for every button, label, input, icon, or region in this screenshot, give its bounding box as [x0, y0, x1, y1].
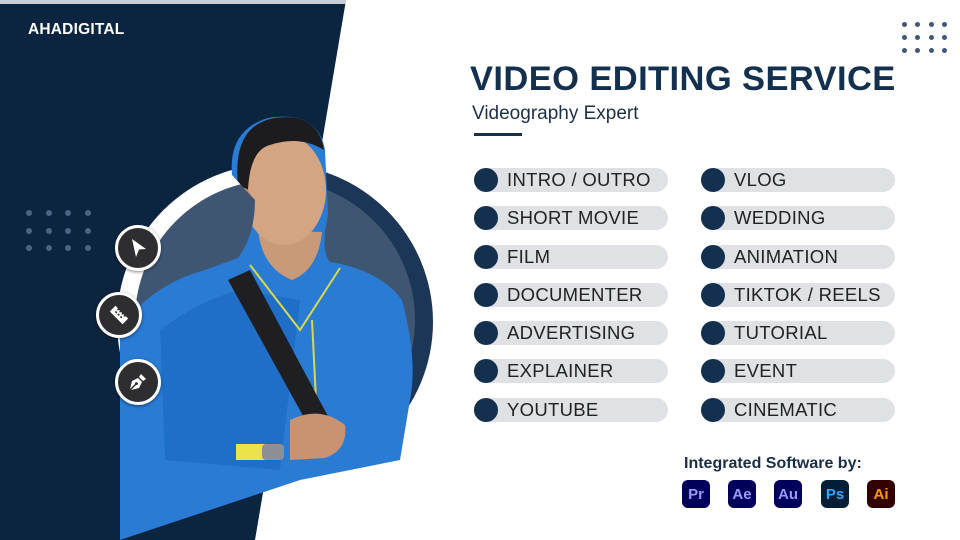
bullet-icon [701, 359, 725, 383]
service-label: EXPLAINER [507, 360, 614, 381]
service-item: TUTORIAL [701, 321, 895, 345]
service-label: EVENT [734, 360, 798, 381]
bullet-icon [474, 321, 498, 345]
service-item: EVENT [701, 359, 895, 383]
page-title: VIDEO EDITING SERVICE [470, 60, 896, 98]
after-effects-icon: Ae [728, 480, 756, 508]
software-heading: Integrated Software by: [684, 455, 862, 472]
audition-icon: Au [774, 480, 802, 508]
title-underline-divider [474, 133, 522, 136]
bullet-icon [701, 321, 725, 345]
service-item: YOUTUBE [474, 398, 668, 422]
service-item: EXPLAINER [474, 359, 668, 383]
service-item: ANIMATION [701, 245, 895, 269]
service-item: VLOG [701, 168, 895, 192]
service-item: INTRO / OUTRO [474, 168, 668, 192]
razor-blade-icon [109, 305, 129, 325]
service-item: DOCUMENTER [474, 283, 668, 307]
service-label: WEDDING [734, 207, 826, 228]
illustrator-icon: Ai [867, 480, 895, 508]
service-label: YOUTUBE [507, 399, 599, 420]
service-item: ADVERTISING [474, 321, 668, 345]
service-label: ADVERTISING [507, 322, 636, 343]
bullet-icon [701, 206, 725, 230]
pen-tool-icon [130, 374, 146, 390]
bullet-icon [701, 245, 725, 269]
bullet-icon [474, 168, 498, 192]
service-item: SHORT MOVIE [474, 206, 668, 230]
bullet-icon [474, 398, 498, 422]
service-label: ANIMATION [734, 246, 839, 267]
bullet-icon [474, 359, 498, 383]
page-subtitle: Videography Expert [472, 103, 639, 124]
bullet-icon [701, 398, 725, 422]
cursor-tool-button[interactable] [115, 225, 161, 271]
service-item: FILM [474, 245, 668, 269]
service-label: DOCUMENTER [507, 284, 643, 305]
service-label: SHORT MOVIE [507, 207, 640, 228]
service-item: WEDDING [701, 206, 895, 230]
bullet-icon [474, 283, 498, 307]
service-label: VLOG [734, 169, 787, 190]
service-label: CINEMATIC [734, 399, 838, 420]
cursor-arrow-icon [132, 239, 146, 257]
pen-tool-button[interactable] [115, 359, 161, 405]
service-item: TIKTOK / REELS [701, 283, 895, 307]
bullet-icon [474, 245, 498, 269]
service-label: TUTORIAL [734, 322, 828, 343]
bullet-icon [701, 283, 725, 307]
photoshop-icon: Ps [821, 480, 849, 508]
service-label: TIKTOK / REELS [734, 284, 881, 305]
service-label: INTRO / OUTRO [507, 169, 651, 190]
bullet-icon [701, 168, 725, 192]
service-label: FILM [507, 246, 551, 267]
premiere-pro-icon: Pr [682, 480, 710, 508]
bullet-icon [474, 206, 498, 230]
person-figure [120, 116, 413, 540]
service-item: CINEMATIC [701, 398, 895, 422]
razor-tool-button[interactable] [96, 292, 142, 338]
